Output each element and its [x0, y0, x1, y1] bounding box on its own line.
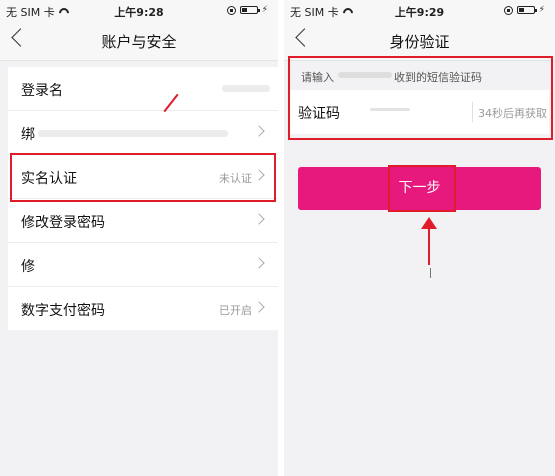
status-bar: 无 SIM 卡 上午9:29 ⚡: [284, 0, 555, 22]
row-change-login-password[interactable]: 修改登录密码: [8, 199, 278, 243]
chevron-right-icon: [253, 257, 265, 269]
page-title: 账户与安全: [101, 33, 177, 51]
cursor-mark: [430, 268, 431, 278]
rotation-lock-icon: [503, 5, 513, 15]
annotation-arrow-up: [421, 217, 437, 265]
account-security-screen: 无 SIM 卡 上午9:28 ⚡ 账户与安全 登录名 绑 实名认证 未认证 修改…: [0, 0, 278, 476]
rotation-lock-icon: [226, 5, 236, 15]
row-label: 数字支付密码: [21, 303, 105, 319]
annotation-highlight-code: [288, 56, 553, 140]
charging-icon: ⚡: [261, 5, 268, 15]
row-label: 登录名: [21, 83, 63, 99]
row-digital-pay-password[interactable]: 数字支付密码 已开启: [8, 287, 278, 330]
obscured-value: [222, 85, 270, 92]
row-label: 绑: [21, 127, 35, 143]
row-label: 修: [21, 259, 35, 275]
chevron-right-icon: [253, 125, 265, 137]
row-login-name[interactable]: 登录名: [8, 67, 278, 111]
status-bar: 无 SIM 卡 上午9:28 ⚡: [0, 0, 278, 22]
nav-bar: 账户与安全: [0, 22, 278, 61]
battery-icon: [239, 6, 260, 14]
row-bind[interactable]: 绑: [8, 111, 278, 155]
row-label: 修改登录密码: [21, 215, 105, 231]
annotation-highlight-real-name: [10, 153, 276, 202]
chevron-right-icon: [253, 213, 265, 225]
charging-icon: ⚡: [538, 5, 545, 15]
identity-verification-screen: 无 SIM 卡 上午9:29 ⚡ 身份验证 请输入 收到的短信验证码 验证码 3…: [284, 0, 555, 476]
obscured-value: [38, 130, 228, 137]
annotation-highlight-next: [388, 165, 456, 212]
row-value: 已开启: [219, 304, 252, 317]
row-modify[interactable]: 修: [8, 243, 278, 287]
chevron-right-icon: [253, 301, 265, 313]
battery-icon: [516, 6, 537, 14]
page-title: 身份验证: [389, 33, 450, 51]
